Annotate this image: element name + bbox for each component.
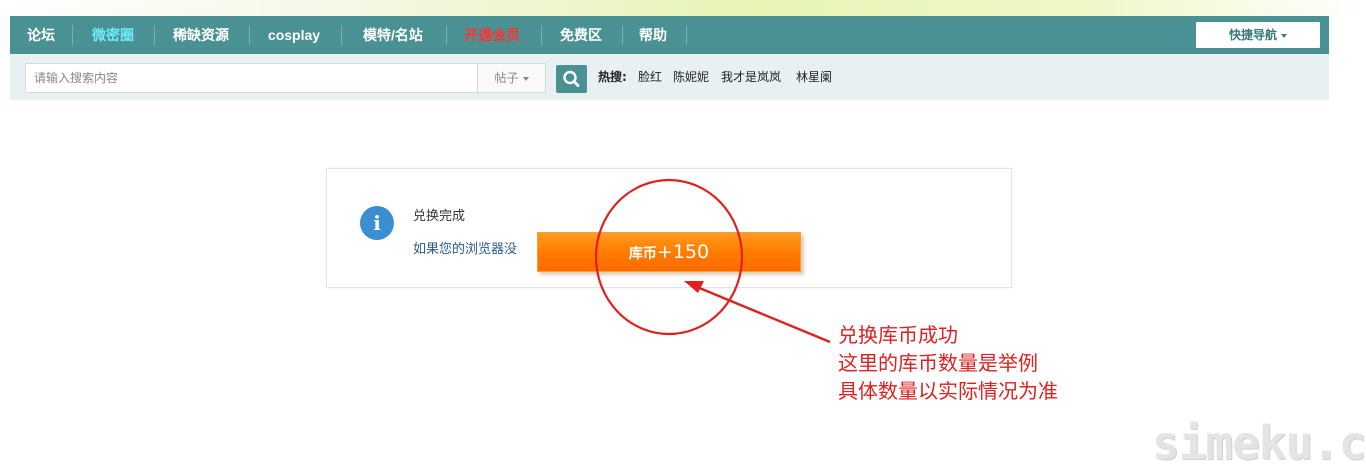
nav-item-forum[interactable]: 论坛 [24,16,58,54]
annotation-arrow-line [696,285,831,344]
nav-item-rare-resources[interactable]: 稀缺资源 [168,16,234,54]
chevron-down-icon [522,76,529,81]
annotation-text-line: 具体数量以实际情况为准 [838,379,1058,403]
chevron-down-icon [1281,33,1287,38]
hot-search-item[interactable]: 我才是岚岚 [721,68,781,85]
coin-label: 库币 [628,246,657,262]
top-decorative-banner [0,0,1366,16]
main-nav-bar: 论坛 微密圈 稀缺资源 cosplay 模特/名站 开通会员 免费区 帮助 快捷… [10,16,1329,54]
search-button[interactable] [556,65,587,93]
hot-search-item[interactable]: 林星阑 [796,68,832,85]
nav-item-cosplay[interactable]: cosplay [264,16,324,54]
search-type-label: 帖子 [494,71,519,85]
browser-redirect-link[interactable]: 如果您的浏览器没 [413,238,517,257]
nav-item-vip[interactable]: 开通会员 [460,16,524,54]
nav-divider [249,25,250,45]
nav-item-help[interactable]: 帮助 [636,16,670,54]
search-icon [563,70,580,87]
coin-amount: +150 [656,241,710,263]
search-bar: 帖子 热搜: 脸红 陈妮妮 我才是岚岚 林星阑 [10,54,1329,100]
quick-nav-button[interactable]: 快捷导航 [1196,22,1320,48]
search-type-select[interactable]: 帖子 [477,63,546,93]
nav-divider [72,25,73,45]
quick-nav-label: 快捷导航 [1228,28,1277,42]
nav-item-models[interactable]: 模特/名站 [356,16,430,54]
coin-reward-popup: 库币+150 [537,232,801,272]
nav-divider [154,25,155,45]
message-title: 兑换完成 [413,209,466,224]
nav-item-free-zone[interactable]: 免费区 [556,16,606,54]
nav-divider [686,25,687,45]
annotation-text-line: 这里的库币数量是举例 [838,351,1038,375]
hot-search-item[interactable]: 陈妮妮 [673,68,709,85]
annotation-text-line: 兑换库币成功 [838,323,958,347]
hot-search-item[interactable]: 脸红 [638,68,662,85]
search-input[interactable] [25,63,477,93]
nav-divider [622,25,623,45]
nav-divider [446,25,447,45]
info-icon: i [360,206,394,240]
nav-divider [341,25,342,45]
site-watermark: simeku.cn [1152,416,1366,470]
nav-item-weimiquan[interactable]: 微密圈 [88,16,138,54]
nav-divider [541,25,542,45]
hot-search-label: 热搜: [598,70,627,84]
